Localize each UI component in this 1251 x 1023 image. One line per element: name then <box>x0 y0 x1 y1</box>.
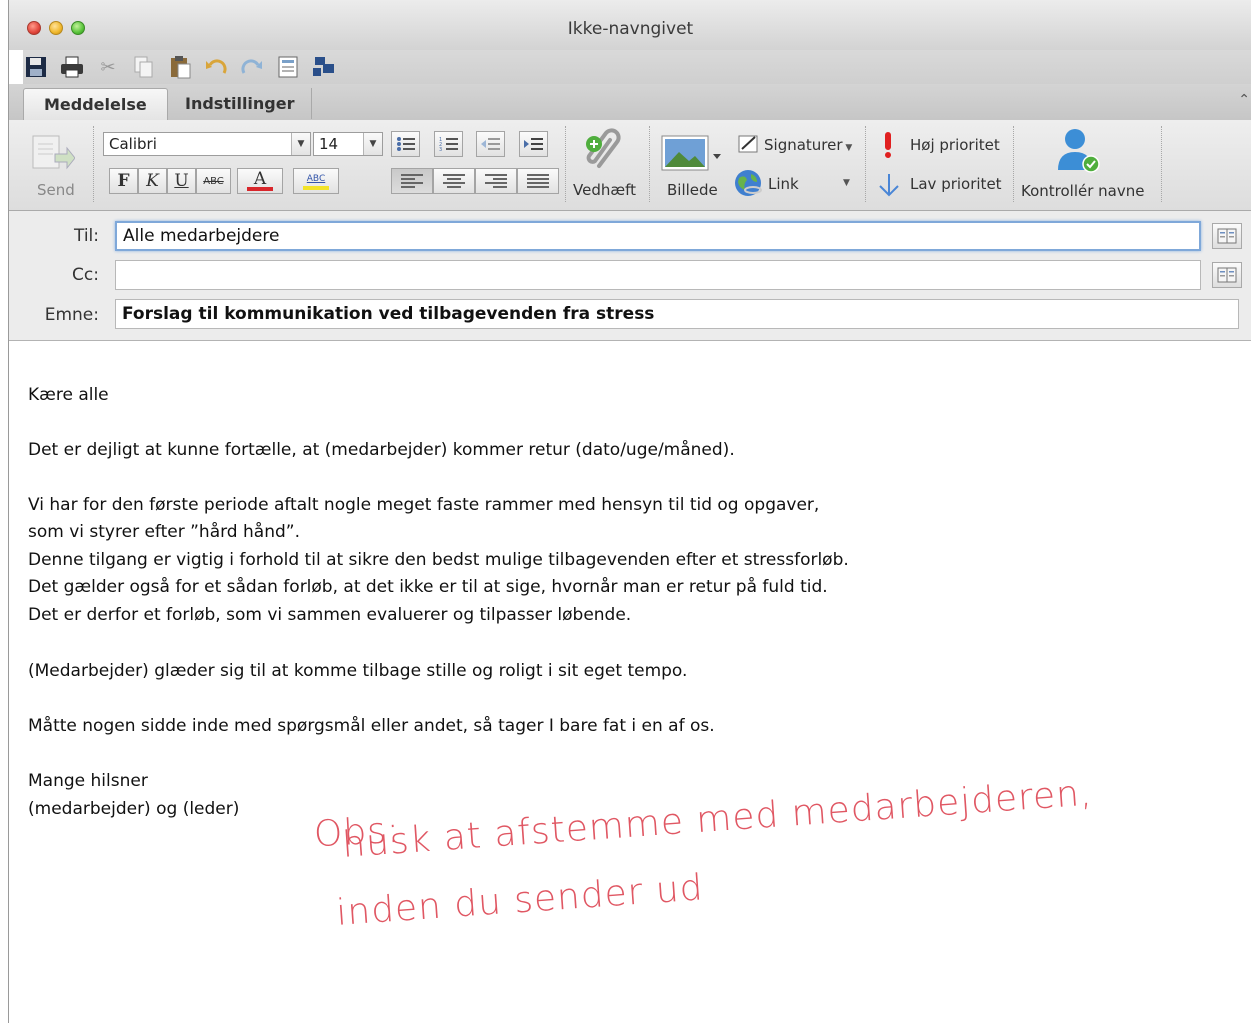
ribbon-separator <box>649 126 651 202</box>
network-icon[interactable] <box>311 54 337 80</box>
to-label: Til: <box>73 226 99 246</box>
ribbon: Send Calibri ▼ 14 ▼ 123 F K U ABC A ABC … <box>9 120 1251 211</box>
body-paragraph: Det er dejligt at kunne fortælle, at (me… <box>28 440 735 460</box>
picture-button[interactable]: Billede <box>667 181 718 199</box>
collapse-ribbon-icon[interactable]: ⌃ <box>1238 92 1250 108</box>
redo-icon[interactable] <box>239 54 265 80</box>
ribbon-separator <box>565 126 567 202</box>
chevron-down-icon[interactable]: ▼ <box>843 178 850 188</box>
font-size-select[interactable]: 14 ▼ <box>313 132 383 156</box>
chevron-down-icon: ▼ <box>291 133 310 155</box>
undo-icon[interactable] <box>203 54 229 80</box>
print-icon[interactable] <box>59 54 85 80</box>
title-bar: Ikke-navngivet <box>9 0 1251 50</box>
body-line: Denne tilgang er vigtig i forhold til at… <box>28 550 849 570</box>
picture-icon[interactable] <box>661 132 723 176</box>
tab-indstillinger[interactable]: Indstillinger <box>165 88 315 119</box>
font-color-button[interactable]: A <box>237 168 283 194</box>
svg-text:3: 3 <box>439 147 442 152</box>
body-signature: (medarbejder) og (leder) <box>28 799 240 819</box>
align-center-button[interactable] <box>433 168 475 194</box>
body-paragraph: (Medarbejder) glæder sig til at komme ti… <box>28 661 688 681</box>
body-line: Det er derfor et forløb, som vi sammen e… <box>28 605 632 625</box>
bullet-list-button[interactable] <box>391 131 420 157</box>
align-right-icon <box>485 174 507 188</box>
body-closing: Mange hilsner <box>28 771 148 791</box>
send-button[interactable]: Send <box>37 181 75 199</box>
align-left-icon <box>401 174 423 188</box>
message-body[interactable]: Kære alle Det er dejligt at kunne fortæl… <box>9 341 1251 1023</box>
address-book-icon[interactable] <box>1212 223 1242 249</box>
ribbon-separator <box>865 126 867 202</box>
check-names-button[interactable]: Kontrollér navne <box>1021 182 1144 200</box>
low-priority-button[interactable]: Lav prioritet <box>910 175 1002 193</box>
message-header-fields: Til: Alle medarbejdere Cc: Emne: Forslag… <box>9 211 1251 341</box>
copy-icon[interactable] <box>131 54 157 80</box>
italic-button[interactable]: K <box>138 168 167 194</box>
increase-indent-button[interactable] <box>519 131 548 157</box>
body-paragraph: Måtte nogen sidde inde med spørgsmål ell… <box>28 716 715 736</box>
globe-icon <box>733 168 763 202</box>
address-book-icon[interactable] <box>1212 262 1242 288</box>
attach-button[interactable]: Vedhæft <box>573 181 636 199</box>
font-color-bar <box>247 187 273 191</box>
ribbon-separator <box>93 126 95 202</box>
mail-compose-window: Ikke-navngivet ✂ Meddelelse Indstillinge… <box>8 0 1251 1023</box>
chevron-down-icon: ▼ <box>842 143 853 153</box>
save-icon[interactable] <box>23 54 49 80</box>
ribbon-tabs: Meddelelse Indstillinger ⌃ <box>9 84 1251 121</box>
strikethrough-button[interactable]: ABC <box>196 168 231 194</box>
subject-label: Emne: <box>44 305 99 325</box>
cc-label: Cc: <box>72 265 99 285</box>
numbered-list-icon: 123 <box>439 137 458 152</box>
ribbon-separator <box>1161 126 1163 202</box>
cut-icon[interactable]: ✂ <box>95 54 121 80</box>
bullet-list-icon <box>396 137 415 151</box>
subject-field[interactable]: Forslag til kommunikation ved tilbageven… <box>115 299 1239 329</box>
check-names-icon[interactable] <box>1055 126 1101 180</box>
low-priority-icon <box>877 172 901 202</box>
align-left-button[interactable] <box>391 168 433 194</box>
highlight-bar <box>303 186 329 190</box>
chevron-down-icon: ▼ <box>363 133 382 155</box>
underline-button[interactable]: U <box>167 168 196 194</box>
ribbon-separator <box>1013 126 1015 202</box>
highlight-button[interactable]: ABC <box>293 168 339 194</box>
font-name-select[interactable]: Calibri ▼ <box>103 132 311 156</box>
numbered-list-button[interactable]: 123 <box>434 131 463 157</box>
link-button[interactable]: Link <box>768 175 799 193</box>
increase-indent-icon <box>523 138 543 150</box>
body-greeting: Kære alle <box>28 385 109 405</box>
cc-field[interactable] <box>115 260 1201 290</box>
decrease-indent-icon <box>480 138 500 150</box>
bold-button[interactable]: F <box>109 168 138 194</box>
send-icon[interactable] <box>31 132 76 176</box>
font-size-value: 14 <box>319 135 339 153</box>
justify-button[interactable] <box>517 168 559 194</box>
justify-icon <box>527 174 549 188</box>
decrease-indent-button[interactable] <box>476 131 505 157</box>
align-right-button[interactable] <box>475 168 517 194</box>
paste-icon[interactable] <box>167 54 193 80</box>
signature-icon <box>737 133 761 159</box>
signatures-label: Signaturer <box>764 136 843 154</box>
body-line: Det gælder også for et sådan forløb, at … <box>28 577 828 597</box>
format-icon[interactable] <box>275 54 301 80</box>
font-name-value: Calibri <box>109 135 157 153</box>
to-field[interactable]: Alle medarbejdere <box>115 221 1201 251</box>
paperclip-icon[interactable] <box>581 126 631 180</box>
highlight-label: ABC <box>306 174 326 184</box>
body-line: som vi styrer efter ”hård hånd”. <box>28 522 300 542</box>
align-center-icon <box>443 174 465 188</box>
high-priority-button[interactable]: Høj prioritet <box>910 136 1000 154</box>
tab-divider <box>311 88 312 119</box>
quick-access-toolbar: ✂ <box>23 50 1251 84</box>
signatures-button[interactable]: Signaturer ▼ <box>764 136 852 154</box>
high-priority-icon <box>881 131 895 163</box>
body-line: Vi har for den første periode aftalt nog… <box>28 495 820 515</box>
window-title: Ikke-navngivet <box>567 19 694 39</box>
font-color-label: A <box>253 169 267 189</box>
tab-meddelelse[interactable]: Meddelelse <box>23 88 168 120</box>
